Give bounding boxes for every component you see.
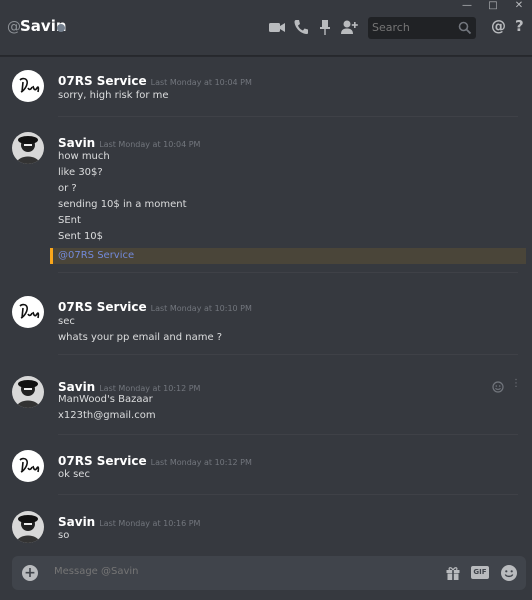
timestamp: Last Monday at 10:04 PM: [99, 140, 201, 149]
user-mention[interactable]: @07RS Service: [58, 250, 134, 261]
author-line: 07RS Service Last Monday at 10:12 PM: [58, 450, 252, 469]
mention-highlight: @07RS Service: [50, 248, 526, 264]
message-composer: + GIF: [12, 556, 526, 590]
gift-icon[interactable]: [445, 565, 461, 581]
timestamp: Last Monday at 10:16 PM: [99, 519, 201, 528]
author-line: 07RS Service Last Monday at 10:04 PM: [58, 70, 252, 89]
dm-at-icon: @: [7, 19, 21, 35]
message-divider: [58, 494, 518, 495]
author-name[interactable]: Savin: [58, 380, 95, 394]
message-divider: [58, 354, 518, 355]
avatar[interactable]: [12, 450, 44, 482]
avatar[interactable]: [12, 376, 44, 408]
search-box[interactable]: [368, 17, 476, 39]
emoji-icon[interactable]: [500, 564, 518, 582]
minimize-icon[interactable]: —: [454, 0, 480, 14]
message-text: or ?: [58, 183, 77, 194]
message-text: so: [58, 530, 70, 541]
message-divider: [58, 116, 518, 117]
video-call-icon[interactable]: [268, 18, 286, 36]
message-divider: [58, 272, 518, 273]
close-icon[interactable]: ✕: [506, 0, 532, 14]
avatar[interactable]: [12, 296, 44, 328]
message-list: 07RS Service Last Monday at 10:04 PM sorr…: [0, 58, 532, 548]
author-line: Savin Last Monday at 10:04 PM: [58, 132, 200, 151]
status-indicator: [57, 24, 65, 32]
message-text: ManWood's Bazaar: [58, 394, 153, 405]
search-input[interactable]: [372, 21, 452, 34]
voice-call-icon[interactable]: [292, 18, 310, 36]
pin-icon[interactable]: [316, 18, 334, 36]
author-line: Savin Last Monday at 10:12 PM: [58, 376, 200, 395]
message-text: like 30$?: [58, 167, 103, 178]
maximize-icon[interactable]: □: [480, 0, 506, 14]
channel-header: @ Savin @ ?: [0, 0, 532, 56]
message-text: x123th@gmail.com: [58, 410, 156, 421]
add-attachment-icon[interactable]: +: [22, 565, 38, 581]
message-text: ok sec: [58, 469, 90, 480]
avatar[interactable]: [12, 70, 44, 102]
message-text: sec: [58, 316, 75, 327]
author-name[interactable]: 07RS Service: [58, 74, 147, 88]
author-name[interactable]: Savin: [58, 136, 95, 150]
message-text: sending 10$ in a moment: [58, 199, 187, 210]
gif-button[interactable]: GIF: [471, 566, 489, 579]
message-text: SEnt: [58, 215, 81, 226]
message-text: whats your pp email and name ?: [58, 332, 223, 343]
author-name[interactable]: Savin: [58, 515, 95, 529]
timestamp: Last Monday at 10:12 PM: [99, 384, 201, 393]
message-input[interactable]: [54, 566, 414, 577]
add-friend-icon[interactable]: [340, 18, 358, 36]
add-reaction-icon[interactable]: [492, 378, 504, 393]
more-options-icon[interactable]: ⋮: [510, 378, 522, 390]
message-text: Sent 10$: [58, 231, 104, 242]
search-icon[interactable]: [458, 20, 472, 35]
window-controls: — □ ✕: [454, 0, 532, 14]
message-divider: [58, 434, 518, 435]
help-icon[interactable]: ?: [515, 17, 524, 35]
message-text: how much: [58, 151, 110, 162]
avatar[interactable]: [12, 511, 44, 543]
timestamp: Last Monday at 10:10 PM: [150, 304, 252, 313]
timestamp: Last Monday at 10:12 PM: [150, 458, 252, 467]
author-line: 07RS Service Last Monday at 10:10 PM: [58, 296, 252, 315]
at-icon[interactable]: @: [491, 17, 506, 35]
author-line: Savin Last Monday at 10:16 PM: [58, 511, 200, 530]
avatar[interactable]: [12, 132, 44, 164]
message-text: sorry, high risk for me: [58, 90, 169, 101]
timestamp: Last Monday at 10:04 PM: [150, 78, 252, 87]
author-name[interactable]: 07RS Service: [58, 454, 147, 468]
author-name[interactable]: 07RS Service: [58, 300, 147, 314]
